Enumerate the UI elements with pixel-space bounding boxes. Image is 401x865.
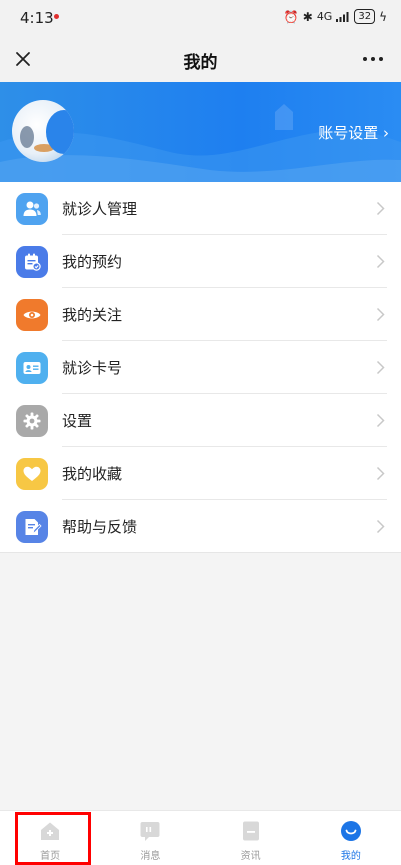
chevron-right-icon [376, 360, 385, 375]
account-settings-label: 账号设置 [318, 124, 379, 142]
tab-label: 我的 [340, 851, 361, 862]
chevron-right-icon [376, 201, 385, 216]
network-type: 4G [316, 10, 333, 23]
menu-item-my-follows[interactable]: 我的关注 [0, 288, 401, 341]
patient-icon [16, 192, 48, 225]
menu-item-label: 我的收藏 [62, 465, 123, 483]
menu-item-settings[interactable]: 设置 [0, 394, 401, 447]
signal-icon [336, 12, 349, 22]
status-icons: ⏰ ✱ 4G 32 ϟ [284, 9, 387, 24]
menu-item-label: 我的预约 [62, 253, 123, 271]
menu-item-help-feedback[interactable]: 帮助与反馈 [0, 500, 401, 553]
tab-messages[interactable]: 消息 [100, 811, 200, 865]
appointment-icon [16, 245, 48, 278]
notification-dot [54, 14, 59, 19]
heart-icon [16, 457, 48, 490]
title-bar: 我的 [0, 36, 401, 82]
tab-home[interactable]: 首页 [0, 811, 100, 865]
menu-item-label: 设置 [62, 412, 93, 430]
menu-item-label: 就诊卡号 [62, 359, 123, 377]
chevron-right-icon [376, 413, 385, 428]
avatar-detail [20, 126, 34, 148]
avatar[interactable] [12, 100, 74, 162]
gear-icon [16, 404, 48, 437]
battery-level: 32 [354, 9, 376, 24]
home-icon [39, 820, 61, 842]
card-icon [16, 351, 48, 384]
profile-icon [340, 820, 362, 842]
more-dots-icon [363, 57, 367, 61]
bluetooth-icon: ✱ [302, 9, 313, 24]
charging-icon: ϟ [379, 9, 387, 24]
menu-item-visit-card[interactable]: 就诊卡号 [0, 341, 401, 394]
message-icon [139, 820, 161, 842]
tab-label: 资讯 [240, 851, 261, 862]
chevron-right-icon: › [383, 124, 389, 142]
menu-item-label: 帮助与反馈 [62, 518, 138, 536]
avatar-detail [46, 110, 74, 154]
account-settings-link[interactable]: 账号设置 › [318, 122, 389, 143]
tab-mine[interactable]: 我的 [301, 811, 401, 865]
more-button[interactable] [355, 44, 391, 74]
tab-label: 首页 [40, 851, 61, 862]
status-bar: 4:13 ⏰ ✱ 4G 32 ϟ [0, 0, 401, 36]
status-time: 4:13 [20, 9, 54, 27]
alarm-icon: ⏰ [283, 9, 299, 24]
profile-banner: 账号设置 › [0, 82, 401, 182]
page-title: 我的 [183, 53, 218, 73]
menu-item-patient-management[interactable]: 就诊人管理 [0, 182, 401, 235]
menu-item-label: 就诊人管理 [62, 200, 138, 218]
menu-item-my-appointments[interactable]: 我的预约 [0, 235, 401, 288]
menu-item-label: 我的关注 [62, 306, 123, 324]
feedback-icon [16, 510, 48, 543]
tab-label: 消息 [140, 851, 161, 862]
more-dot [379, 57, 383, 61]
chevron-right-icon [376, 254, 385, 269]
chevron-right-icon [376, 466, 385, 481]
menu-item-my-favorites[interactable]: 我的收藏 [0, 447, 401, 500]
tab-news[interactable]: 资讯 [201, 811, 301, 865]
eye-icon [16, 298, 48, 331]
more-dot [371, 57, 375, 61]
news-icon [240, 820, 262, 842]
menu-list: 就诊人管理 我的预约 我的关注 就诊卡号 设置 我的收藏 帮助与反馈 [0, 182, 401, 553]
bottom-tab-bar: 首页 消息 资讯 我的 [0, 810, 401, 865]
chevron-right-icon [376, 519, 385, 534]
chevron-right-icon [376, 307, 385, 322]
